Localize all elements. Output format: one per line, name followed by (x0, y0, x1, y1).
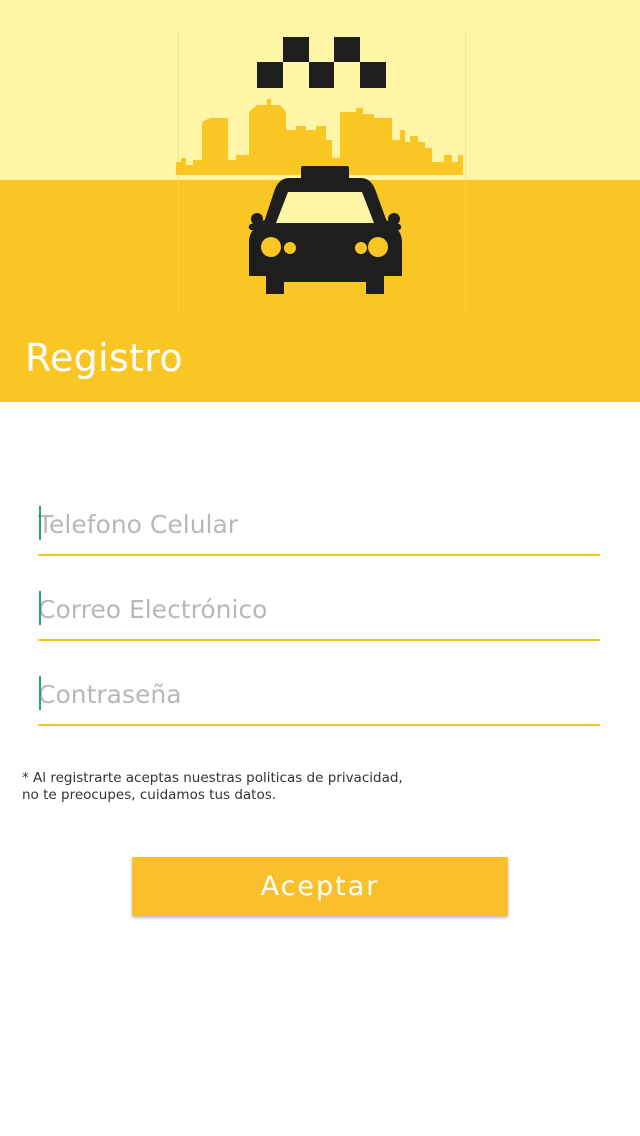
registration-form (38, 490, 600, 745)
password-input[interactable] (38, 676, 600, 712)
privacy-note-line: * Al registrarte aceptas nuestras politi… (22, 770, 403, 786)
header-banner: Registro (0, 0, 640, 402)
privacy-note-line: no te preocupes, cuidamos tus datos. (22, 787, 277, 803)
accept-button[interactable]: Aceptar (132, 857, 508, 916)
phone-field-container (38, 490, 600, 556)
password-field-container (38, 660, 600, 726)
email-field-container (38, 575, 600, 641)
privacy-note: * Al registrarte aceptas nuestras politi… (22, 770, 442, 804)
phone-input[interactable] (38, 506, 600, 542)
text-cursor (39, 591, 41, 625)
text-cursor (39, 676, 41, 710)
page-title: Registro (25, 336, 183, 380)
text-cursor (39, 506, 41, 540)
taxi-city-icon (176, 30, 466, 315)
email-input[interactable] (38, 591, 600, 627)
